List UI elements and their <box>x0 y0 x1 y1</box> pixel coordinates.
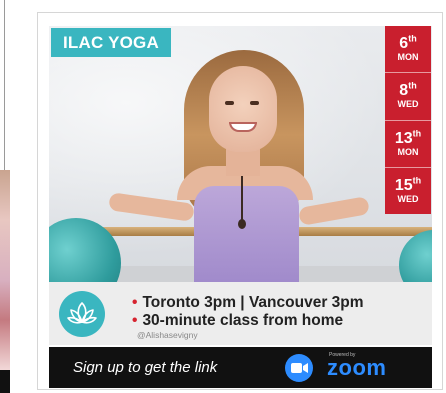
date-day: 6 <box>399 35 409 53</box>
date-suffix: th <box>412 175 422 186</box>
info-line-duration: • 30-minute class from home <box>132 312 344 329</box>
yoga-poster[interactable]: ILAC YOGA 6th MON 8th WED 13th MON 15th … <box>37 12 443 390</box>
date-item: 8th WED <box>385 73 431 121</box>
date-item: 13th MON <box>385 121 431 168</box>
date-item: 15th WED <box>385 168 431 214</box>
instructor-top <box>194 186 299 282</box>
eye-left <box>225 101 234 105</box>
instructor-photo <box>49 26 432 282</box>
date-suffix: th <box>412 128 422 139</box>
info-line-time: • Toronto 3pm | Vancouver 3pm <box>132 294 364 311</box>
adjacent-card-edge <box>0 0 32 393</box>
adjacent-photo-fragment <box>0 170 10 370</box>
date-weekday: MON <box>397 146 419 157</box>
date-weekday: WED <box>397 99 419 110</box>
instructor-face <box>209 66 277 152</box>
zoom-logo-text: zoom <box>327 355 387 380</box>
lotus-icon <box>59 291 105 337</box>
class-info: • Toronto 3pm | Vancouver 3pm • 30-minute … <box>49 282 432 345</box>
date-day: 15 <box>394 176 413 194</box>
date-weekday: WED <box>397 193 419 204</box>
class-dates: 6th MON 8th WED 13th MON 15th WED <box>385 26 431 214</box>
date-suffix: th <box>408 33 417 44</box>
necklace <box>241 176 243 221</box>
date-weekday: MON <box>397 52 419 63</box>
date-day: 8 <box>399 82 409 100</box>
pendant <box>238 219 246 229</box>
lotus-icon-graphic <box>67 302 97 324</box>
date-item: 6th MON <box>385 26 431 74</box>
signup-banner[interactable]: Sign up to get the link Powered by zoom <box>49 347 432 388</box>
brand-label: ILAC YOGA <box>51 28 171 57</box>
instructor-handle: @Alishasevigny <box>137 330 198 340</box>
signup-text: Sign up to get the link <box>73 359 218 376</box>
date-suffix: th <box>408 81 417 92</box>
eye-right <box>250 101 259 105</box>
zoom-camera-graphic <box>291 363 308 373</box>
adjacent-dark-strip <box>0 370 10 393</box>
date-day: 13 <box>394 129 413 147</box>
zoom-camera-icon <box>285 354 313 382</box>
